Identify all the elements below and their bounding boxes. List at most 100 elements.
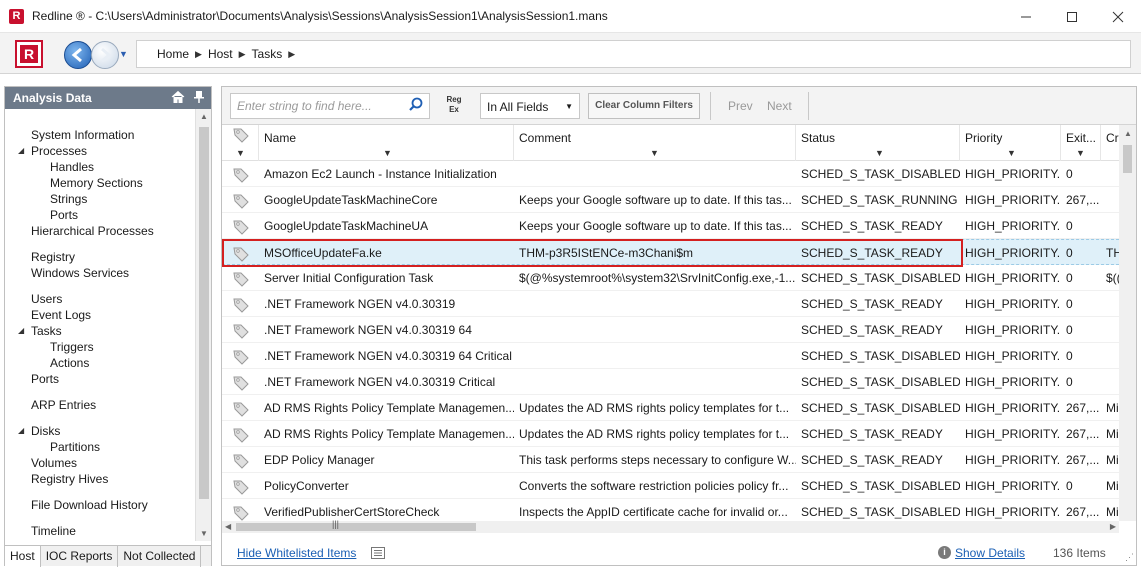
expand-arrow-icon[interactable]: ◢	[18, 423, 24, 439]
column-header-status[interactable]: Status ▼	[796, 125, 960, 161]
scroll-thumb[interactable]	[1123, 145, 1132, 173]
cell-tag[interactable]	[222, 213, 259, 239]
table-row[interactable]: .NET Framework NGEN v4.0.30319 SCHED_S_TA…	[222, 291, 1119, 317]
search-icon[interactable]	[409, 97, 423, 111]
history-dropdown-icon[interactable]: ▼	[119, 49, 128, 59]
scroll-left-icon[interactable]: ◀	[225, 522, 231, 531]
breadcrumb-tasks[interactable]: Tasks	[252, 47, 283, 61]
tree-item[interactable]: File Download History	[5, 497, 195, 513]
tree-item[interactable]: ◢ Processes	[5, 143, 195, 159]
table-row[interactable]: GoogleUpdateTaskMachineCore Keeps your Go…	[222, 187, 1119, 213]
close-button[interactable]	[1095, 0, 1141, 33]
tree-item[interactable]: Users	[5, 291, 195, 307]
tree-item[interactable]: Registry	[5, 249, 195, 265]
tree-item[interactable]: Registry Hives	[5, 471, 195, 487]
tree-item[interactable]: Windows Services	[5, 265, 195, 281]
filter-icon[interactable]: ▼	[875, 148, 884, 158]
tree-item[interactable]: ARP Entries	[5, 397, 195, 413]
scroll-up-icon[interactable]: ▲	[200, 112, 208, 121]
tree-item[interactable]: System Information	[5, 127, 195, 143]
cell-tag[interactable]	[222, 161, 259, 187]
scroll-down-icon[interactable]: ▼	[200, 529, 208, 538]
tab-ioc-reports[interactable]: IOC Reports	[41, 546, 119, 567]
tree-item[interactable]: Timeline	[5, 523, 195, 539]
cell-tag[interactable]	[222, 369, 259, 395]
table-row[interactable]: Server Initial Configuration Task $(@%sys…	[222, 265, 1119, 291]
tree-item[interactable]: Partitions	[5, 439, 195, 455]
table-vertical-scrollbar[interactable]: ▲	[1119, 125, 1136, 521]
scroll-up-icon[interactable]: ▲	[1124, 129, 1132, 138]
table-row[interactable]: MSOfficeUpdateFa.ke THM-p3R5IStENCe-m3Cha…	[222, 239, 1119, 265]
breadcrumb-separator-icon[interactable]: ▶	[288, 49, 295, 60]
cell-tag[interactable]	[222, 421, 259, 447]
tree-item[interactable]: ◢ Disks	[5, 423, 195, 439]
cell-tag[interactable]	[222, 343, 259, 369]
tree-scrollbar[interactable]: ▲ ▼	[195, 109, 211, 541]
filter-icon[interactable]: ▼	[1007, 148, 1016, 158]
table-row[interactable]: .NET Framework NGEN v4.0.30319 64 Critic…	[222, 343, 1119, 369]
cell-tag[interactable]	[222, 187, 259, 213]
tree-item[interactable]: Strings	[5, 191, 195, 207]
show-details-link[interactable]: Show Details	[955, 546, 1025, 560]
maximize-button[interactable]	[1049, 0, 1095, 33]
filter-icon[interactable]: ▼	[1076, 148, 1085, 158]
regex-toggle[interactable]: Reg Ex	[443, 95, 465, 115]
table-row[interactable]: VerifiedPublisherCertStoreCheck Inspects …	[222, 499, 1119, 521]
cell-tag[interactable]	[222, 240, 259, 266]
expand-arrow-icon[interactable]: ◢	[18, 323, 24, 339]
prev-button[interactable]: Prev	[728, 99, 753, 113]
table-row[interactable]: AD RMS Rights Policy Template Managemen.…	[222, 395, 1119, 421]
table-row[interactable]: AD RMS Rights Policy Template Managemen.…	[222, 421, 1119, 447]
tree-item[interactable]: Event Logs	[5, 307, 195, 323]
table-row[interactable]: GoogleUpdateTaskMachineUA Keeps your Goog…	[222, 213, 1119, 239]
scroll-thumb[interactable]	[236, 523, 476, 531]
cell-tag[interactable]	[222, 395, 259, 421]
column-header-priority[interactable]: Priority ▼	[960, 125, 1061, 161]
tree-item[interactable]: ◢ Tasks	[5, 323, 195, 339]
next-button[interactable]: Next	[767, 99, 792, 113]
tree-item[interactable]: Ports	[5, 371, 195, 387]
cell-tag[interactable]	[222, 265, 259, 291]
cell-tag[interactable]	[222, 499, 259, 521]
filter-icon[interactable]: ▼	[650, 148, 659, 158]
column-header-name[interactable]: Name ▼	[259, 125, 514, 161]
minimize-button[interactable]	[1003, 0, 1049, 33]
column-header-tag[interactable]: ▼	[222, 125, 259, 161]
breadcrumb-host[interactable]: Host	[208, 47, 233, 61]
list-icon[interactable]	[371, 547, 385, 559]
tab-host[interactable]: Host	[5, 546, 41, 567]
field-select[interactable]: In All Fields ▼	[480, 93, 580, 119]
table-row[interactable]: Amazon Ec2 Launch - Instance Initializat…	[222, 161, 1119, 187]
tree-item[interactable]: Actions	[5, 355, 195, 371]
tree-item[interactable]: Ports	[5, 207, 195, 223]
column-header-exit[interactable]: Exit... ▼	[1061, 125, 1101, 161]
table-row[interactable]: .NET Framework NGEN v4.0.30319 64 SCHED_S…	[222, 317, 1119, 343]
tree-item[interactable]: Volumes	[5, 455, 195, 471]
redline-logo-button[interactable]: R	[15, 40, 43, 68]
cell-tag[interactable]	[222, 291, 259, 317]
hide-whitelisted-link[interactable]: Hide Whitelisted Items	[237, 546, 356, 560]
table-horizontal-scrollbar[interactable]: ◀ ||| ▶	[222, 519, 1119, 533]
breadcrumb-home[interactable]: Home	[157, 47, 189, 61]
search-input[interactable]: Enter string to find here...	[230, 93, 430, 119]
tab-not-collected[interactable]: Not Collected	[118, 546, 202, 567]
forward-button[interactable]	[91, 41, 119, 69]
cell-tag[interactable]	[222, 447, 259, 473]
tree-item[interactable]: Triggers	[5, 339, 195, 355]
table-row[interactable]: PolicyConverter Converts the software res…	[222, 473, 1119, 499]
cell-tag[interactable]	[222, 473, 259, 499]
tree-item[interactable]: Memory Sections	[5, 175, 195, 191]
resize-grip-icon[interactable]: ⋰	[1125, 552, 1134, 563]
back-button[interactable]	[64, 41, 92, 69]
column-header-comment[interactable]: Comment ▼	[514, 125, 796, 161]
home-icon[interactable]	[171, 90, 185, 104]
column-header-cr[interactable]: Cr	[1101, 125, 1119, 161]
pin-icon[interactable]	[193, 90, 205, 104]
tree-item[interactable]: Handles	[5, 159, 195, 175]
tree-item[interactable]: Hierarchical Processes	[5, 223, 195, 239]
cell-tag[interactable]	[222, 317, 259, 343]
filter-icon[interactable]: ▼	[236, 148, 245, 158]
table-row[interactable]: .NET Framework NGEN v4.0.30319 Critical S…	[222, 369, 1119, 395]
table-row[interactable]: EDP Policy Manager This task performs ste…	[222, 447, 1119, 473]
clear-column-filters-button[interactable]: Clear Column Filters	[588, 93, 700, 119]
